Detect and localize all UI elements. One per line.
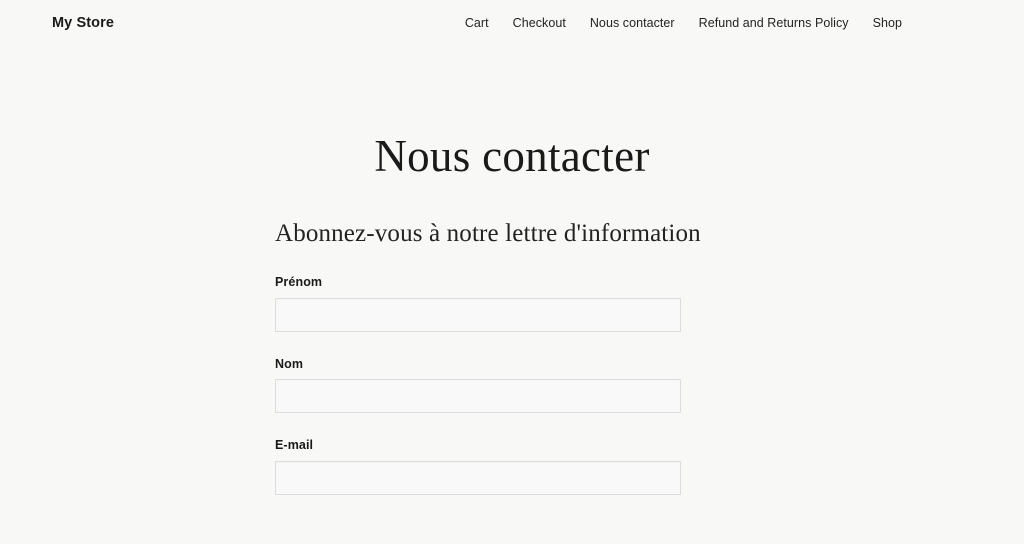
last-name-input[interactable]	[275, 379, 681, 414]
nav-item-refund-and-returns-policy[interactable]: Refund and Returns Policy	[699, 17, 849, 30]
site-header: My Store Cart Checkout Nous contacter Re…	[0, 0, 1024, 46]
nav-item-cart[interactable]: Cart	[465, 17, 489, 30]
newsletter-form: Abonnez-vous à notre lettre d'informatio…	[275, 218, 701, 495]
label-last-name: Nom	[275, 356, 304, 371]
page-root: My Store Cart Checkout Nous contacter Re…	[0, 0, 1024, 544]
field-first-name: Prénom	[275, 276, 681, 332]
nav-item-shop[interactable]: Shop	[873, 17, 902, 30]
site-logo[interactable]: My Store	[52, 16, 114, 31]
label-first-name: Prénom	[275, 275, 323, 290]
label-email: E-mail	[275, 438, 314, 453]
page-title: Nous contacter	[374, 131, 650, 181]
main-navigation: Cart Checkout Nous contacter Refund and …	[465, 17, 902, 30]
nav-item-nous-contacter[interactable]: Nous contacter	[590, 17, 675, 30]
form-subtitle: Abonnez-vous à notre lettre d'informatio…	[275, 220, 701, 247]
field-last-name: Nom	[275, 358, 681, 414]
first-name-input[interactable]	[275, 297, 681, 332]
field-email: E-mail	[275, 439, 681, 495]
nav-item-checkout[interactable]: Checkout	[513, 17, 566, 30]
email-input[interactable]	[275, 460, 681, 495]
